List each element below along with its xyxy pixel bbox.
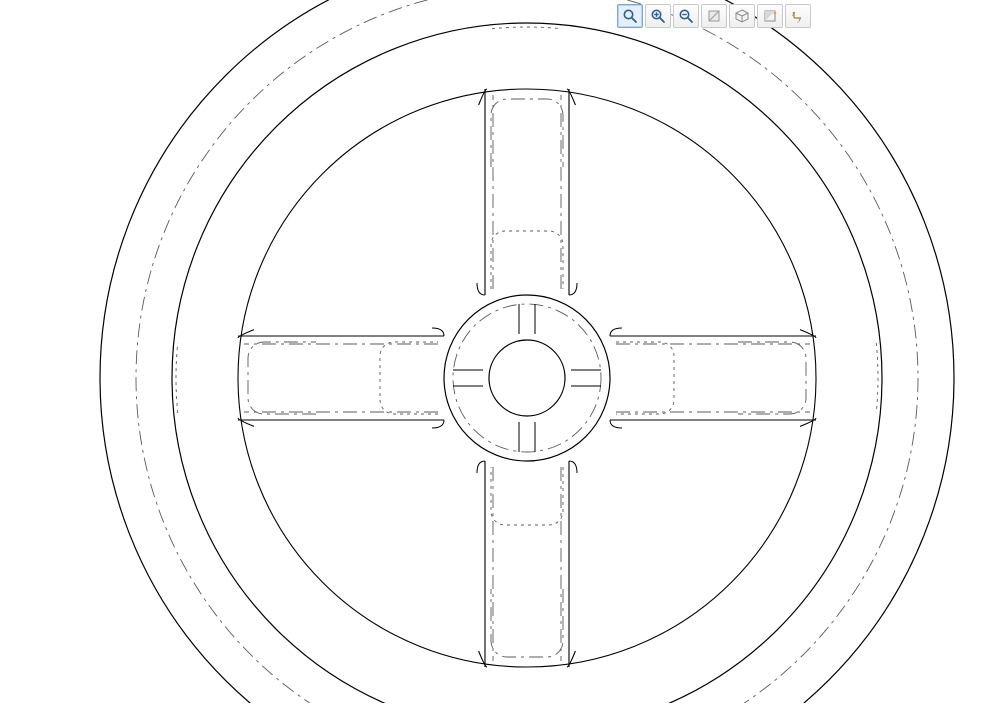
drawing-canvas [0, 0, 999, 703]
zoom-in-button[interactable] [645, 4, 671, 28]
axes-button[interactable]: x y [785, 4, 811, 28]
svg-text:y: y [797, 15, 802, 23]
cad-viewport[interactable] [0, 0, 999, 703]
view-toolbar: x y [617, 4, 811, 28]
section-button[interactable] [757, 4, 783, 28]
pan-button[interactable] [701, 4, 727, 28]
zoom-window-button[interactable] [617, 4, 643, 28]
view-cube-button[interactable] [729, 4, 755, 28]
zoom-out-button[interactable] [673, 4, 699, 28]
